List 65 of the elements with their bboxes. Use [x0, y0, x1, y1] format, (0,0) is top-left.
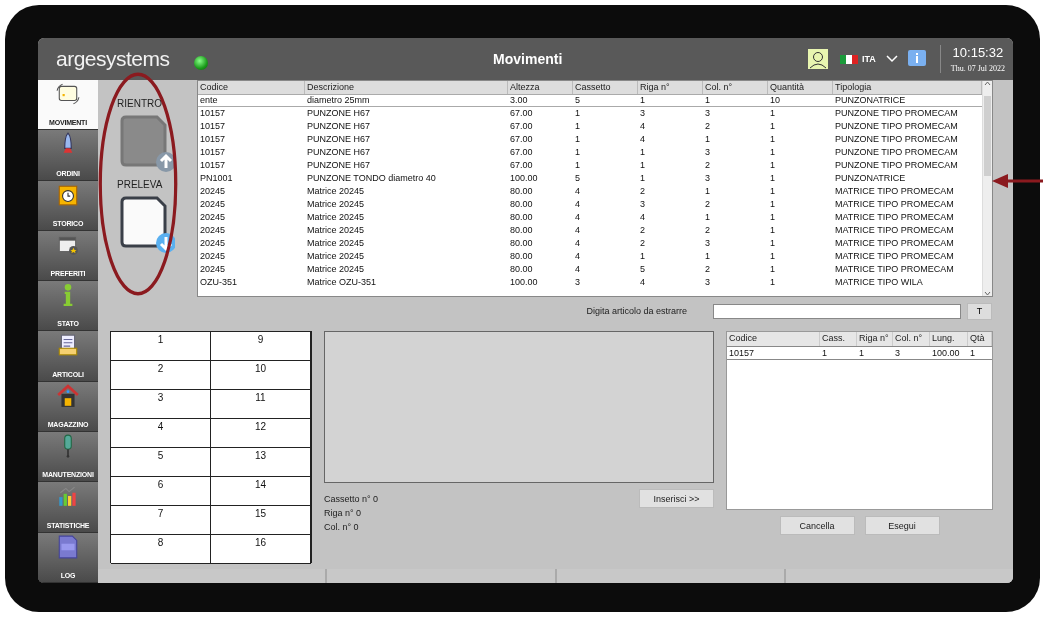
table-cell[interactable]: 1 [638, 94, 703, 107]
drawer-cell[interactable]: 7 [111, 506, 211, 535]
drawer-cell[interactable]: 12 [211, 419, 311, 448]
drawer-cell[interactable]: 10 [211, 361, 311, 390]
action-label: PRELEVA [117, 179, 164, 190]
location-text: Riga n° 0 [324, 508, 363, 518]
info-icon[interactable] [907, 50, 926, 68]
scrollbar[interactable] [982, 81, 992, 296]
table-cell[interactable]: 1 [968, 346, 992, 360]
file-icon [56, 534, 80, 559]
column-header[interactable]: Cass. [820, 332, 857, 346]
cancel-button[interactable]: Cancella [779, 516, 855, 535]
table-cell[interactable]: 1 [857, 346, 893, 360]
tray-icon [56, 333, 80, 358]
drawer-cell[interactable]: 2 [111, 361, 211, 390]
flag-icon [839, 54, 858, 64]
location-text: Col. n° 0 [324, 522, 360, 532]
drawer-cell[interactable]: 14 [211, 477, 311, 506]
language-label[interactable]: ITA [861, 54, 876, 64]
table-cell[interactable]: 10 [768, 94, 833, 107]
house-icon [56, 383, 80, 408]
table-cell[interactable]: 100.00 [930, 346, 968, 360]
clock-date: Thu. 07 Jul 2022 [950, 64, 1005, 73]
drawer-cell[interactable]: 15 [211, 506, 311, 535]
drawer-cell[interactable]: 4 [111, 419, 211, 448]
table-cell[interactable]: 3 [893, 346, 930, 360]
execute-button[interactable]: Esegui [864, 516, 940, 535]
drawer-cell[interactable]: 5 [111, 448, 211, 477]
location-text: Cassetto n° 0 [324, 494, 379, 504]
table-cell[interactable]: 1 [820, 346, 857, 360]
drawer-cell[interactable]: 9 [211, 332, 311, 361]
table-cell[interactable]: 1 [703, 94, 768, 107]
user-icon[interactable] [807, 49, 828, 69]
drawer-cell[interactable]: 11 [211, 390, 311, 419]
column-header[interactable]: Lung. [930, 332, 968, 346]
drawer-cell[interactable]: 8 [111, 535, 211, 564]
drawer-cell[interactable]: 3 [111, 390, 211, 419]
column-header[interactable]: Col. n° [893, 332, 930, 346]
screen-title: Movimenti [492, 51, 564, 67]
column-header[interactable]: Riga n° [857, 332, 893, 346]
action-label: RIENTRO [117, 98, 163, 109]
screen-icon [56, 82, 80, 106]
table-cell[interactable]: 5 [573, 94, 638, 107]
insert-button[interactable]: Inserisci >> [639, 489, 714, 508]
document-download-button[interactable] [119, 196, 175, 254]
scroll-down-icon[interactable] [984, 291, 991, 296]
chevron-down-icon[interactable] [885, 55, 898, 63]
search-label: Digita articolo da estrarre [586, 306, 687, 316]
annotation-arrow [992, 174, 1043, 188]
drawer-cell[interactable]: 16 [211, 535, 311, 564]
table-cell[interactable]: 3.00 [508, 94, 573, 107]
drawer-cell[interactable]: 13 [211, 448, 311, 477]
brand-logo: argesystems [56, 47, 170, 71]
drawer-cell[interactable]: 6 [111, 477, 211, 506]
keyboard-button[interactable]: T [967, 302, 992, 320]
table-cell[interactable]: 10157 [727, 346, 820, 360]
table-cell[interactable]: ente [198, 94, 305, 107]
scroll-up-icon[interactable] [984, 81, 991, 86]
drawer-cell[interactable]: 1 [111, 332, 211, 361]
column-header[interactable]: Codice [727, 332, 820, 346]
table-cell[interactable]: PUNZONATRICE [833, 94, 982, 107]
article-input[interactable] [713, 303, 961, 319]
column-header[interactable]: Qtà [968, 332, 992, 346]
table-cell[interactable]: diametro 25mm [305, 94, 508, 107]
clock-time: 10:15:32 [952, 45, 1004, 60]
